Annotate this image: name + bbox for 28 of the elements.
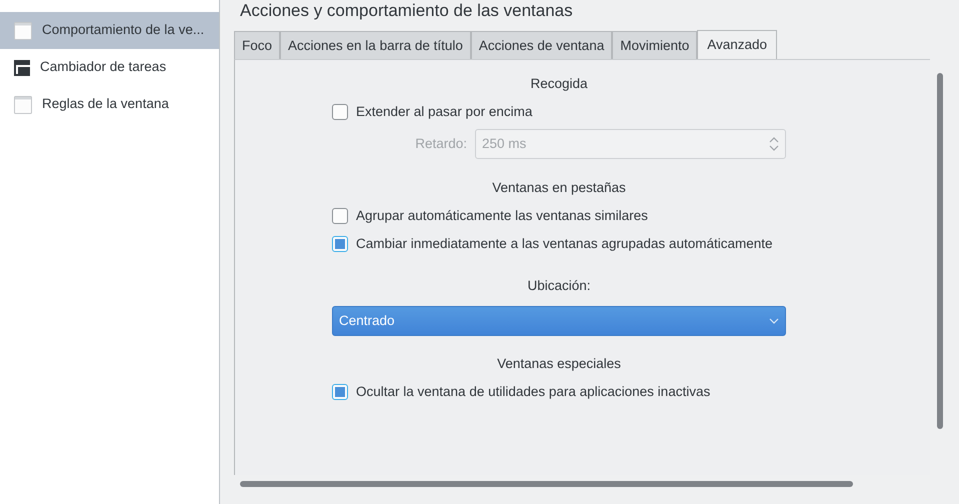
tab[interactable]: Acciones de ventana <box>470 31 612 59</box>
checkbox-label[interactable]: Ocultar la ventana de utilidades para aplicaciones inactivas <box>356 382 710 402</box>
checkbox[interactable] <box>332 236 348 252</box>
checkbox[interactable] <box>332 208 348 224</box>
window-icon <box>14 60 30 76</box>
section-heading: Recogida <box>529 75 589 93</box>
sidebar-item[interactable]: Cambiador de tareas <box>0 49 219 86</box>
scrollbar-thumb[interactable] <box>937 73 943 429</box>
window-icon <box>14 96 32 114</box>
sidebar-item[interactable]: Comportamiento de la ve... <box>0 12 219 49</box>
window-icon <box>14 22 32 40</box>
checkbox[interactable] <box>332 104 348 120</box>
tab[interactable]: Acciones en la barra de título <box>280 31 471 59</box>
field-label: Retardo: <box>415 134 467 153</box>
checkbox[interactable] <box>332 384 348 400</box>
tab[interactable]: Foco <box>234 31 280 59</box>
checkbox-label[interactable]: Agrupar automáticamente las ventanas similares <box>356 206 648 226</box>
section-heading: Ubicación: <box>526 277 592 295</box>
checkbox-label[interactable]: Extender al pasar por encima <box>356 102 532 122</box>
chevron-down-icon <box>769 318 779 324</box>
tab[interactable]: Movimiento <box>612 31 698 59</box>
section-heading: Ventanas especiales <box>496 355 622 373</box>
section-heading: Ventanas en pestañas <box>491 179 627 197</box>
sidebar-item[interactable]: Reglas de la ventana <box>0 86 219 123</box>
scrollbar-thumb[interactable] <box>240 481 853 487</box>
tab[interactable]: Avanzado <box>697 30 778 59</box>
checkbox-label[interactable]: Cambiar inmediatamente a las ventanas agrupadas automáticamente <box>356 234 772 254</box>
page-title: Acciones y comportamiento de las ventanas <box>240 0 574 22</box>
